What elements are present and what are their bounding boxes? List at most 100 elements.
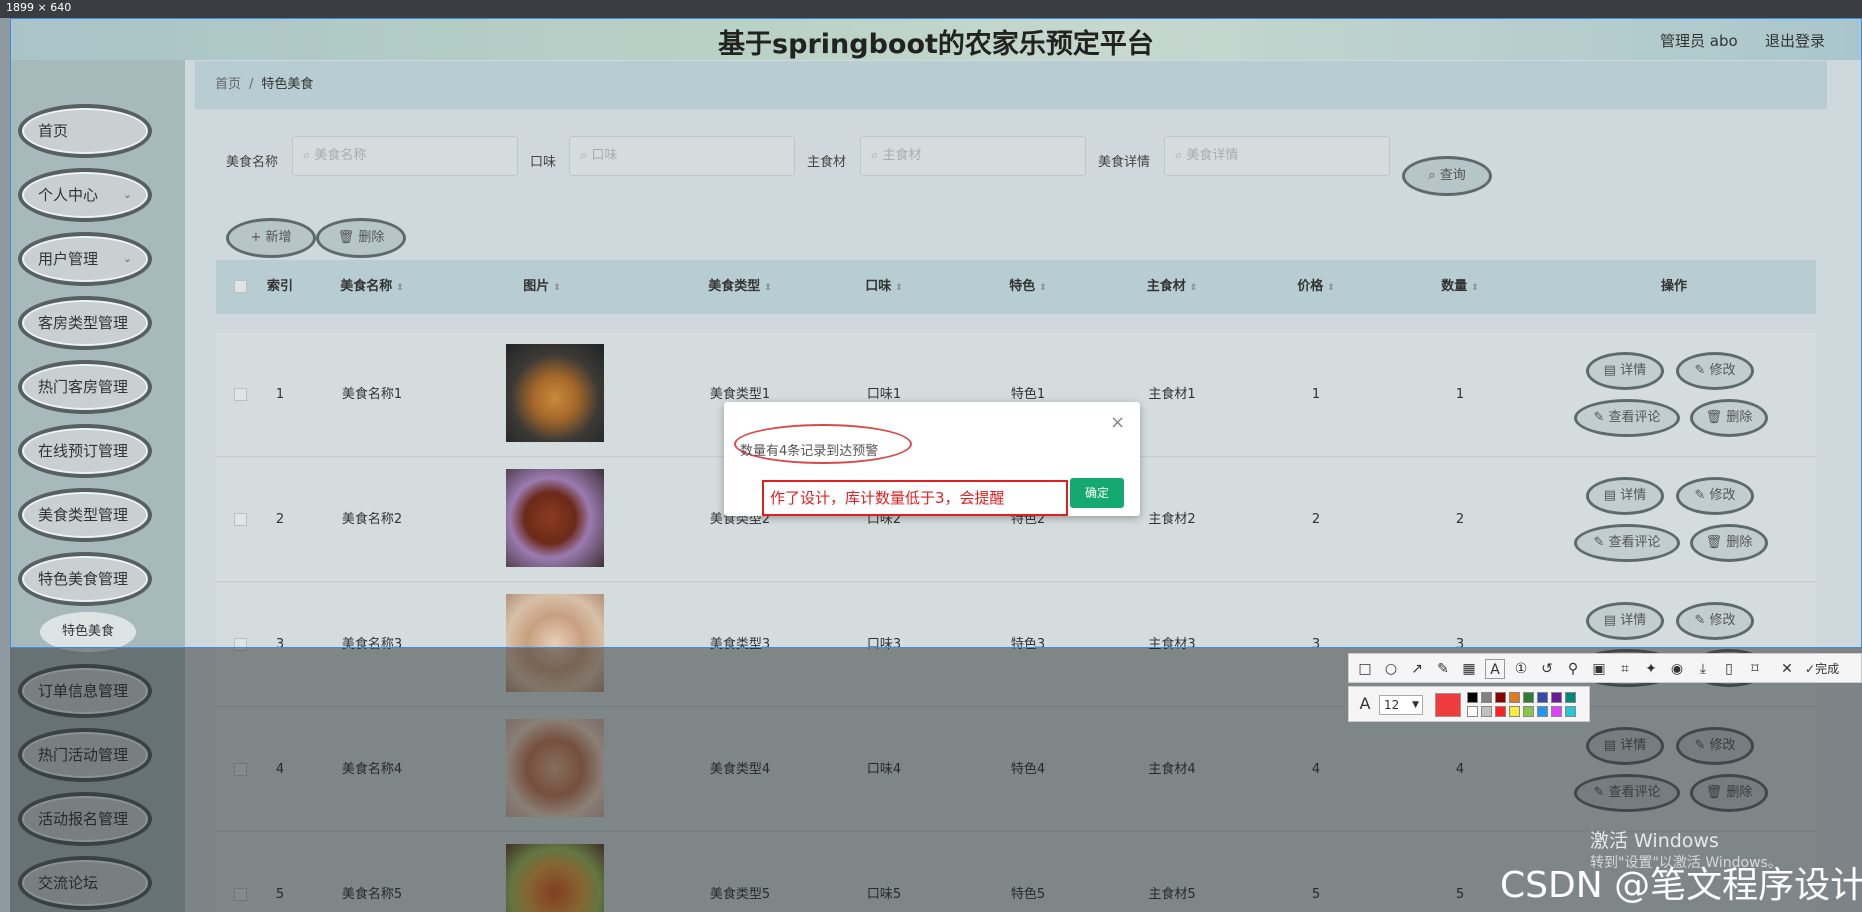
record-icon[interactable]: ◉: [1667, 659, 1687, 679]
color-swatch[interactable]: [1467, 692, 1478, 703]
sidebar-item-hot-rooms[interactable]: 热门客房管理: [18, 360, 152, 414]
column-header-image[interactable]: 图片 ⇕: [470, 260, 614, 314]
current-color-swatch[interactable]: [1435, 693, 1461, 717]
color-swatch[interactable]: [1523, 706, 1534, 717]
mosaic-tool-icon[interactable]: ▦: [1459, 659, 1479, 679]
finish-button[interactable]: ✓完成: [1805, 659, 1861, 679]
edit-button[interactable]: ✎ 修改: [1676, 602, 1754, 640]
edit-button-label: 修改: [1709, 488, 1736, 503]
pin-icon[interactable]: ✦: [1641, 659, 1661, 679]
color-swatch[interactable]: [1481, 692, 1492, 703]
phone-icon[interactable]: ▯: [1719, 659, 1739, 679]
edit-button[interactable]: ✎ 修改: [1676, 477, 1754, 515]
delete-button[interactable]: 🗑 删除: [1690, 399, 1768, 437]
color-swatch[interactable]: [1537, 706, 1548, 717]
close-icon[interactable]: ×: [1110, 414, 1125, 432]
filter-label-detail: 美食详情: [1098, 155, 1151, 170]
add-button-label: 新增: [265, 230, 292, 245]
row-checkbox[interactable]: [234, 513, 247, 526]
view-comments-button[interactable]: ✎ 查看评论: [1574, 399, 1680, 437]
document-icon: ▤: [1603, 488, 1621, 503]
add-button[interactable]: + 新增: [226, 218, 316, 258]
sidebar-item-label: 在线预订管理: [38, 442, 129, 460]
batch-delete-button[interactable]: 🗑 删除: [316, 218, 406, 258]
filter-input-detail[interactable]: ⌕ 美食详情: [1164, 136, 1390, 176]
detail-button[interactable]: ▤ 详情: [1586, 477, 1664, 515]
breadcrumb-home[interactable]: 首页: [215, 77, 241, 92]
filter-input-ingredient[interactable]: ⌕ 主食材: [860, 136, 1086, 176]
sidebar-subitem-specialty-food[interactable]: 特色美食: [40, 612, 136, 652]
color-swatch[interactable]: [1565, 692, 1576, 703]
capture-toolbar: □ ○ ↗ ✎ ▦ A ① ↺ ⚲ ▣ ⌗ ✦ ◉ ⤓ ▯ ⌑ ✕ ✓完成: [1348, 653, 1862, 683]
download-icon[interactable]: ⤓: [1693, 659, 1713, 679]
number-tool-icon[interactable]: ①: [1511, 659, 1531, 679]
cell-qty: 2: [1455, 512, 1465, 527]
font-size-select[interactable]: 12 ▼: [1379, 695, 1423, 715]
search-icon: ⌕: [580, 148, 592, 163]
column-header-name[interactable]: 美食名称 ⇕: [300, 260, 444, 314]
color-swatch[interactable]: [1551, 692, 1562, 703]
annotation-text-box[interactable]: 作了设计，库计数量低于3，会提醒: [762, 480, 1068, 516]
detail-button[interactable]: ▤ 详情: [1586, 352, 1664, 390]
cell-price: 2: [1311, 512, 1321, 527]
color-swatch[interactable]: [1467, 706, 1478, 717]
color-swatch[interactable]: [1551, 706, 1562, 717]
color-swatch[interactable]: [1537, 692, 1548, 703]
sort-icon: ⇕: [1189, 283, 1198, 293]
sidebar-item-room-types[interactable]: 客房类型管理: [18, 296, 152, 350]
column-header-feature[interactable]: 特色 ⇕: [956, 260, 1100, 314]
bookmark-icon[interactable]: ⌑: [1745, 659, 1765, 679]
select-all-checkbox[interactable]: [234, 280, 247, 293]
sidebar-item-label: 客房类型管理: [38, 314, 129, 332]
sidebar-item-personal[interactable]: 个人中心 ⌄: [18, 168, 152, 222]
column-header-qty[interactable]: 数量 ⇕: [1388, 260, 1532, 314]
close-icon[interactable]: ✕: [1777, 659, 1797, 679]
edit-button[interactable]: ✎ 修改: [1676, 352, 1754, 390]
color-swatch[interactable]: [1509, 706, 1520, 717]
placeholder: 美食名称: [314, 148, 367, 163]
sidebar-item-label: 热门客房管理: [38, 378, 129, 396]
search-icon: ⌕: [303, 148, 315, 163]
filter-input-taste[interactable]: ⌕ 口味: [569, 136, 795, 176]
ocr-tool-icon[interactable]: ▣: [1589, 659, 1609, 679]
sidebar-item-home[interactable]: 首页: [18, 104, 152, 158]
arrow-tool-icon[interactable]: ↗: [1407, 659, 1427, 679]
sidebar-item-bookings[interactable]: 在线预订管理: [18, 424, 152, 478]
row-checkbox[interactable]: [234, 388, 247, 401]
chevron-down-icon: ⌄: [122, 188, 132, 201]
scan-tool-icon[interactable]: ⌗: [1615, 659, 1635, 679]
column-header-type[interactable]: 美食类型 ⇕: [668, 260, 812, 314]
delete-button-label: 删除: [358, 230, 385, 245]
delete-button[interactable]: 🗑 删除: [1690, 524, 1768, 562]
undo-icon[interactable]: ↺: [1537, 659, 1557, 679]
color-swatch[interactable]: [1495, 692, 1506, 703]
rectangle-tool-icon[interactable]: □: [1355, 659, 1375, 679]
confirm-button[interactable]: 确定: [1070, 478, 1124, 508]
color-swatch[interactable]: [1509, 692, 1520, 703]
color-swatch[interactable]: [1495, 706, 1506, 717]
color-swatch[interactable]: [1523, 692, 1534, 703]
column-header-taste[interactable]: 口味 ⇕: [812, 260, 956, 314]
sidebar-item-food-types[interactable]: 美食类型管理: [18, 488, 152, 542]
text-tool-icon[interactable]: A: [1485, 659, 1505, 679]
sidebar-item-label: 用户管理: [38, 250, 99, 268]
search-button[interactable]: ⌕ 查询: [1402, 156, 1492, 196]
sidebar-item-specialty-food[interactable]: 特色美食管理: [18, 552, 152, 606]
column-header-ingredient[interactable]: 主食材 ⇕: [1100, 260, 1244, 314]
color-swatch[interactable]: [1481, 706, 1492, 717]
column-header-price[interactable]: 价格 ⇕: [1244, 260, 1388, 314]
sort-icon: ⇕: [396, 283, 404, 293]
sidebar-item-users[interactable]: 用户管理 ⌄: [18, 232, 152, 286]
column-header-label: 主食材: [1146, 279, 1186, 294]
document-icon: ▤: [1603, 613, 1621, 628]
detail-button[interactable]: ▤ 详情: [1586, 602, 1664, 640]
filter-input-name[interactable]: ⌕ 美食名称: [292, 136, 518, 176]
pin-tool-icon[interactable]: ⚲: [1563, 659, 1583, 679]
color-swatch[interactable]: [1565, 706, 1576, 717]
dimension-bar: [0, 0, 1862, 18]
ellipse-tool-icon[interactable]: ○: [1381, 659, 1401, 679]
trash-icon: 🗑: [1705, 410, 1727, 425]
view-comments-button[interactable]: ✎ 查看评论: [1574, 524, 1680, 562]
pen-tool-icon[interactable]: ✎: [1433, 659, 1453, 679]
logout-link[interactable]: 退出登录: [1765, 30, 1825, 51]
